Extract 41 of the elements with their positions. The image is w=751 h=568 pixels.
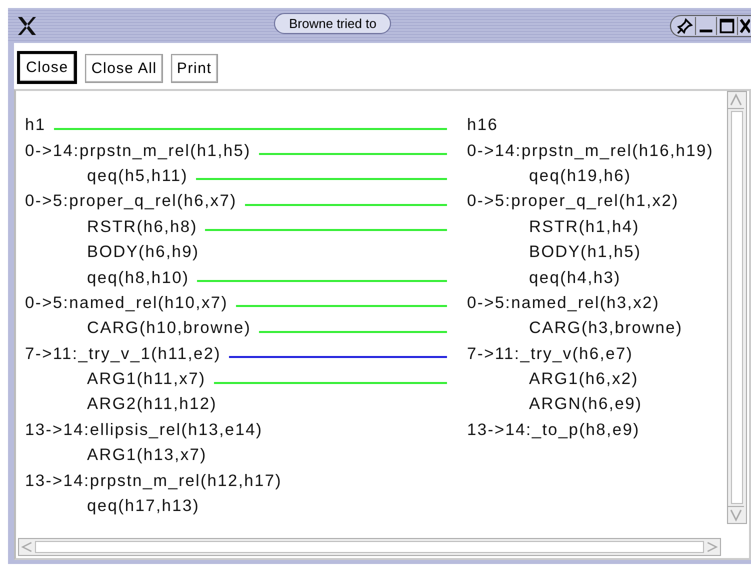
horizontal-scrollbar[interactable] [18, 538, 721, 556]
x-logo-icon [16, 16, 38, 36]
relation-text: ARGN(h6,e9) [528, 395, 642, 414]
relation-text: CARG(h10,browne) [86, 319, 252, 338]
toolbar-button[interactable]: Close All [85, 54, 163, 83]
toolbar-button[interactable]: Close [17, 51, 78, 84]
relation-text: 13->14:prpstn_m_rel(h12,h17) [25, 472, 282, 491]
relation-text: qeq(h5,h11) [86, 166, 188, 186]
relation-text: 0->14:prpstn_m_rel(h16,h19) [467, 142, 714, 160]
relation-text: BODY(h1,h5) [528, 243, 642, 262]
relation-text: ARG1(h13,x7) [86, 446, 207, 466]
maximize-icon[interactable] [717, 16, 738, 34]
relation-text: qeq(h8,h10) [86, 268, 190, 288]
scroll-up-icon[interactable] [728, 92, 744, 109]
relation-text: RSTR(h6,h8) [86, 218, 198, 237]
pin-icon[interactable] [675, 16, 696, 34]
vertical-scrollbar[interactable] [727, 91, 747, 524]
relation-text: qeq(h17,h13) [86, 497, 200, 516]
relation-text: 0->5:named_rel(h10,x7) [25, 294, 228, 313]
relation-text: CARG(h3,browne) [528, 319, 683, 338]
relation-text: 7->11:_try_v(h6,e7) [467, 344, 634, 363]
close-icon[interactable] [738, 16, 751, 34]
relation-text: ARG1(h6,x2) [528, 370, 638, 388]
window-title: Browne tried to [274, 13, 392, 34]
relation-text: qeq(h4,h3) [528, 268, 621, 287]
relation-text: h1 [25, 116, 46, 136]
relation-text: 13->14:ellipsis_rel(h13,e14) [25, 420, 263, 440]
relation-text: RSTR(h1,h4) [528, 218, 640, 236]
relation-text: 13->14:_to_p(h8,e9) [467, 420, 640, 439]
scroll-down-icon[interactable] [728, 506, 744, 523]
relation-text: ARG1(h11,x7) [86, 370, 206, 390]
relation-text: 0->5:proper_q_rel(h6,x7) [25, 192, 237, 212]
relation-text: BODY(h6,h9) [86, 243, 200, 262]
relation-text: 7->11:_try_v_1(h11,e2) [25, 344, 221, 364]
relation-text: 0->5:named_rel(h3,x2) [467, 294, 660, 312]
relation-text: h16 [467, 116, 498, 134]
relation-text: qeq(h19,h6) [528, 166, 632, 185]
relation-text: ARG2(h11,h12) [86, 395, 217, 414]
relation-text: 0->14:prpstn_m_rel(h1,h5) [25, 142, 251, 161]
toolbar-button[interactable]: Print [170, 54, 218, 83]
relation-text: 0->5:proper_q_rel(h1,x2) [467, 192, 679, 210]
